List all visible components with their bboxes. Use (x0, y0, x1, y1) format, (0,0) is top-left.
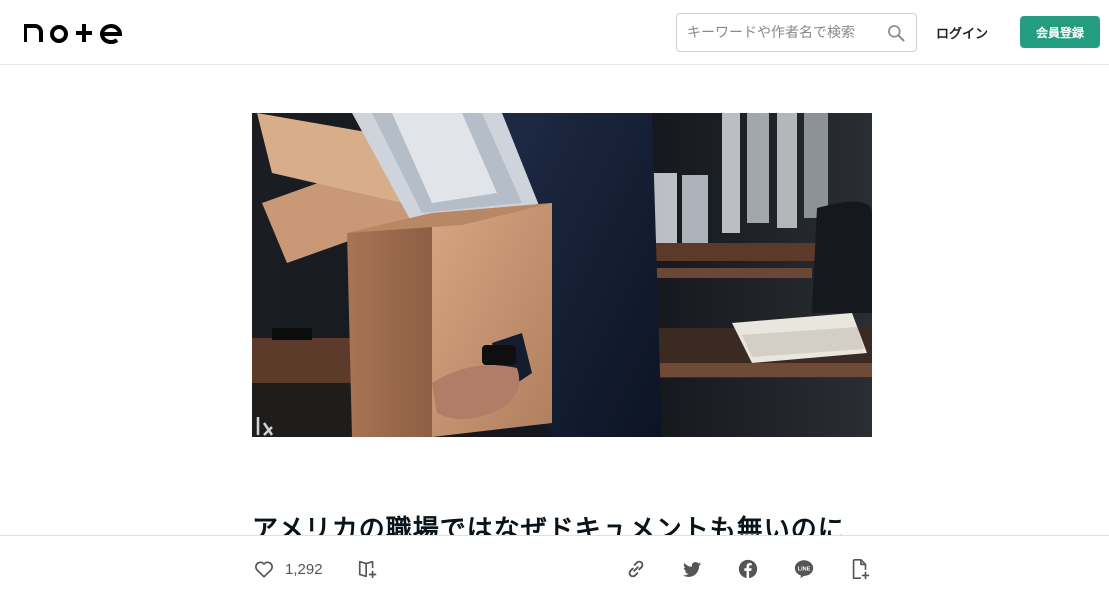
note-add-icon[interactable] (849, 558, 871, 580)
search-box (676, 13, 917, 52)
twitter-icon[interactable] (681, 558, 703, 580)
heart-icon (255, 561, 273, 578)
article-action-bar: 1,292 LINE (0, 535, 1109, 600)
note-logo[interactable] (24, 20, 124, 44)
note-logo-mark (24, 24, 123, 44)
signup-button[interactable]: 会員登録 (1020, 16, 1100, 48)
link-icon[interactable] (625, 558, 647, 580)
search-input[interactable] (677, 14, 877, 51)
facebook-icon[interactable] (737, 558, 759, 580)
svg-text:LINE: LINE (798, 566, 811, 572)
hero-illustration (252, 113, 872, 437)
like-button[interactable]: 1,292 (253, 558, 323, 580)
search-icon[interactable] (886, 23, 906, 43)
line-icon[interactable]: LINE (793, 558, 815, 580)
magazine-add-icon[interactable] (357, 558, 379, 580)
like-count: 1,292 (285, 560, 323, 578)
top-header: ログイン 会員登録 (0, 0, 1109, 65)
login-button[interactable]: ログイン (936, 23, 988, 42)
hero-image (252, 113, 872, 437)
